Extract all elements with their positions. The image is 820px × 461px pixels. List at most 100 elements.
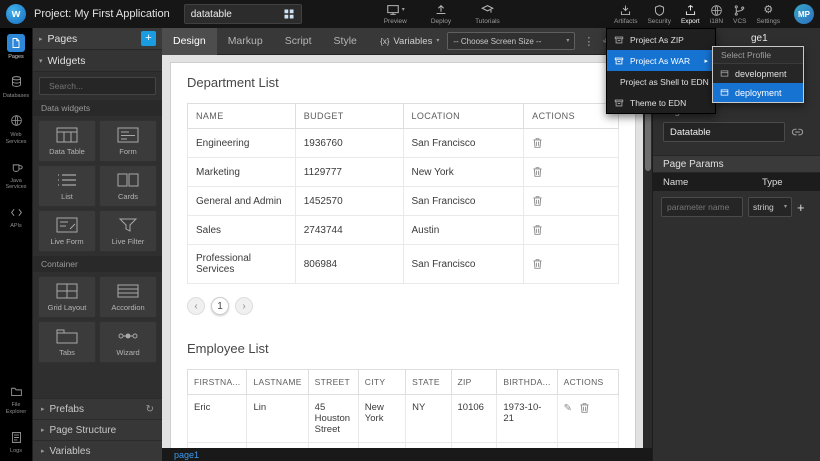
pagination-next-button[interactable]: ›: [235, 297, 253, 315]
widgets-section-header[interactable]: ▾ Widgets: [33, 50, 162, 72]
rail-item-databases[interactable]: Databases: [0, 67, 32, 106]
form-icon: [117, 127, 139, 143]
bind-link-icon[interactable]: [791, 126, 804, 139]
cell-location: San Francisco: [403, 129, 524, 158]
table-row[interactable]: Professional Services 806984 San Francis…: [188, 245, 619, 284]
widget-tile-cards[interactable]: Cards: [99, 165, 157, 207]
trash-icon[interactable]: [532, 258, 543, 270]
column-header[interactable]: STATE: [406, 370, 451, 395]
vcs-button[interactable]: VCS: [733, 3, 746, 25]
column-header[interactable]: LOCATION: [403, 104, 524, 129]
tab-script[interactable]: Script: [274, 28, 323, 55]
page-selector-dropdown[interactable]: datatable: [184, 4, 302, 24]
kebab-menu-icon[interactable]: ⋮: [583, 35, 594, 48]
topbar-tools: Artifacts Security Export i18N VCS ⚙ Set…: [614, 3, 814, 25]
table-row[interactable]: Marketing 1129777 New York: [188, 158, 619, 187]
table-row[interactable]: Engineering 1936760 San Francisco: [188, 129, 619, 158]
export-button[interactable]: Export: [681, 3, 700, 25]
table-row[interactable]: Sales 2743744 Austin: [188, 216, 619, 245]
widget-tile-data-table[interactable]: Data Table: [38, 120, 96, 162]
widget-tile-live-filter[interactable]: Live Filter: [99, 210, 157, 252]
file-explorer-folder-icon: [10, 385, 23, 398]
trash-icon[interactable]: [532, 224, 543, 236]
variables-section[interactable]: ▸ Variables: [33, 440, 162, 461]
page-title-input[interactable]: [663, 122, 785, 142]
column-header[interactable]: BIRTHDA...: [497, 370, 557, 395]
widget-tile-form[interactable]: Form: [99, 120, 157, 162]
column-header[interactable]: ZIP: [451, 370, 497, 395]
screen-size-select[interactable]: -- Choose Screen Size -- ▾: [447, 32, 575, 50]
param-name-column: Name: [653, 177, 762, 188]
widget-tile-list[interactable]: List: [38, 165, 96, 207]
column-header[interactable]: FIRSTNA...: [188, 370, 247, 395]
add-param-button[interactable]: +: [797, 201, 805, 214]
widget-tile-grid-layout[interactable]: Grid Layout: [38, 276, 96, 318]
menu-item-project-as-shell-to-edn[interactable]: Project as Shell to EDN: [607, 71, 715, 92]
widget-tile-wizard[interactable]: Wizard: [99, 321, 157, 363]
submenu-item-deployment[interactable]: deployment: [713, 83, 803, 102]
table-row[interactable]: Eric Lin 45 Houston Street New York NY 1…: [188, 395, 619, 443]
add-page-button[interactable]: +: [141, 31, 156, 46]
page-structure-section[interactable]: ▸ Page Structure: [33, 419, 162, 440]
column-header[interactable]: NAME: [188, 104, 296, 129]
prefabs-section[interactable]: ▸ Prefabs ↻: [33, 398, 162, 419]
rail-item-pages[interactable]: Pages: [0, 28, 32, 67]
deploy-button[interactable]: Deploy: [431, 3, 451, 25]
param-type-select[interactable]: string ▾: [748, 197, 792, 217]
column-header[interactable]: LASTNAME: [247, 370, 308, 395]
gear-icon: ⚙: [763, 4, 773, 17]
cell-zip: 10106: [451, 395, 497, 443]
trash-icon[interactable]: [532, 195, 543, 207]
widget-tile-accordion[interactable]: Accordion: [99, 276, 157, 318]
tutorials-button[interactable]: Tutorials: [475, 3, 500, 25]
refresh-icon[interactable]: ↻: [146, 404, 154, 415]
submenu-item-development[interactable]: development: [713, 64, 803, 83]
preview-button[interactable]: ▾ Preview: [384, 3, 407, 25]
widget-search-wrap: [33, 72, 162, 100]
variables-dropdown[interactable]: {x} Variables ▾: [380, 36, 439, 47]
rail-item-apis[interactable]: APIs: [0, 197, 32, 236]
settings-button[interactable]: ⚙ Settings: [757, 3, 781, 25]
cell-birthdate: 1973-10-21: [497, 395, 557, 443]
column-header[interactable]: BUDGET: [295, 104, 403, 129]
tab-markup[interactable]: Markup: [217, 28, 274, 55]
deploy-icon: [434, 3, 448, 17]
rail-item-logs[interactable]: Logs: [0, 422, 32, 461]
app-logo-icon[interactable]: w: [6, 4, 26, 24]
i18n-button[interactable]: i18N: [710, 3, 723, 25]
security-button[interactable]: Security: [647, 3, 670, 25]
selected-page-tab-label[interactable]: ge1: [751, 33, 768, 44]
column-header[interactable]: ACTIONS: [557, 370, 618, 395]
pages-section-header[interactable]: ▸ Pages +: [33, 28, 162, 50]
user-avatar[interactable]: MP: [794, 4, 814, 24]
edit-pencil-icon[interactable]: ✎: [564, 403, 572, 414]
column-header[interactable]: CITY: [358, 370, 405, 395]
rail-item-file-explorer[interactable]: File Explorer: [0, 376, 32, 422]
column-header[interactable]: STREET: [308, 370, 358, 395]
tab-design[interactable]: Design: [162, 28, 217, 55]
menu-item-project-as-zip[interactable]: Project As ZIP: [607, 29, 715, 50]
widget-tile-tabs[interactable]: Tabs: [38, 321, 96, 363]
tab-style[interactable]: Style: [323, 28, 368, 55]
export-menu: Project As ZIP Project As WAR ▸ Project …: [606, 28, 716, 114]
widget-search-input[interactable]: [49, 81, 160, 91]
column-header[interactable]: ACTIONS: [524, 104, 619, 129]
container-widgets-label: Container: [33, 256, 162, 272]
page-tab-page1[interactable]: page1: [162, 450, 199, 460]
menu-item-project-as-war[interactable]: Project As WAR ▸: [607, 50, 715, 71]
cell-name: Marketing: [188, 158, 296, 187]
table-header-row: NAME BUDGET LOCATION ACTIONS: [188, 104, 619, 129]
menu-item-theme-to-edn[interactable]: Theme to EDN: [607, 92, 715, 113]
trash-icon[interactable]: [532, 166, 543, 178]
tabs-icon: [56, 328, 78, 344]
artifacts-button[interactable]: Artifacts: [614, 3, 637, 25]
rail-item-web-services[interactable]: Web Services: [0, 106, 32, 152]
param-name-input[interactable]: [661, 197, 743, 217]
pagination-current-page[interactable]: 1: [211, 297, 229, 315]
pagination-prev-button[interactable]: ‹: [187, 297, 205, 315]
trash-icon[interactable]: [532, 137, 543, 149]
trash-icon[interactable]: [579, 402, 590, 414]
table-row[interactable]: General and Admin 1452570 San Francisco: [188, 187, 619, 216]
widget-tile-live-form[interactable]: Live Form: [38, 210, 96, 252]
rail-item-java-services[interactable]: Java Services: [0, 152, 32, 198]
